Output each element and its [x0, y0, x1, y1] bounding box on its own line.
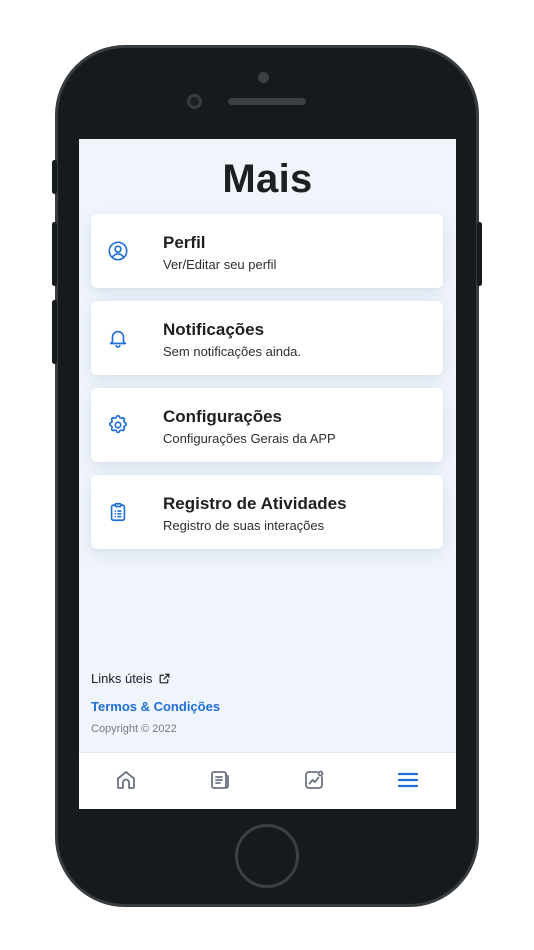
earpiece-speaker	[228, 98, 306, 105]
front-camera	[258, 72, 269, 83]
menu-item-perfil[interactable]: Perfil Ver/Editar seu perfil	[91, 214, 443, 288]
clipboard-list-icon	[107, 501, 129, 523]
menu-icon	[396, 768, 420, 792]
tab-stats[interactable]	[302, 768, 326, 792]
useful-links-text: Links úteis	[91, 671, 153, 686]
volume-down-button	[52, 300, 57, 364]
bottom-tab-bar	[79, 752, 456, 809]
page-title: Mais	[222, 157, 313, 201]
menu-item-subtitle: Sem notificações ainda.	[163, 344, 302, 359]
menu-item-title: Notificações	[163, 320, 265, 339]
gear-icon	[107, 414, 129, 436]
tab-home[interactable]	[114, 768, 138, 792]
useful-links-label: Links úteis	[91, 671, 171, 686]
mute-switch	[52, 160, 57, 194]
tab-news[interactable]	[208, 768, 232, 792]
proximity-sensor	[187, 94, 202, 109]
app-screen: Mais Perfil Ver/Editar seu perfil Notifi…	[79, 139, 456, 809]
menu-item-subtitle: Ver/Editar seu perfil	[163, 257, 277, 272]
menu-item-subtitle: Configurações Gerais da APP	[163, 431, 336, 446]
home-icon	[114, 768, 138, 792]
power-button	[477, 222, 482, 286]
home-button[interactable]	[235, 824, 299, 888]
volume-up-button	[52, 222, 57, 286]
menu-item-title: Configurações	[163, 407, 283, 426]
menu-item-subtitle: Registro de suas interações	[163, 518, 325, 533]
menu-item-title: Registro de Atividades	[163, 494, 347, 513]
news-icon	[208, 768, 232, 792]
copyright-text: Copyright © 2022	[91, 723, 177, 735]
menu-item-configuracoes[interactable]: Configurações Configurações Gerais da AP…	[91, 388, 443, 462]
external-link-icon	[158, 672, 171, 685]
menu-item-title: Perfil	[163, 233, 206, 252]
user-circle-icon	[107, 240, 129, 262]
menu-item-notificacoes[interactable]: Notificações Sem notificações ainda.	[91, 301, 443, 375]
terms-link[interactable]: Termos & Condições	[91, 699, 220, 714]
tab-more[interactable]	[396, 768, 420, 792]
bell-icon	[107, 327, 129, 349]
menu-item-registro-atividades[interactable]: Registro de Atividades Registro de suas …	[91, 475, 443, 549]
chart-icon	[302, 768, 326, 792]
